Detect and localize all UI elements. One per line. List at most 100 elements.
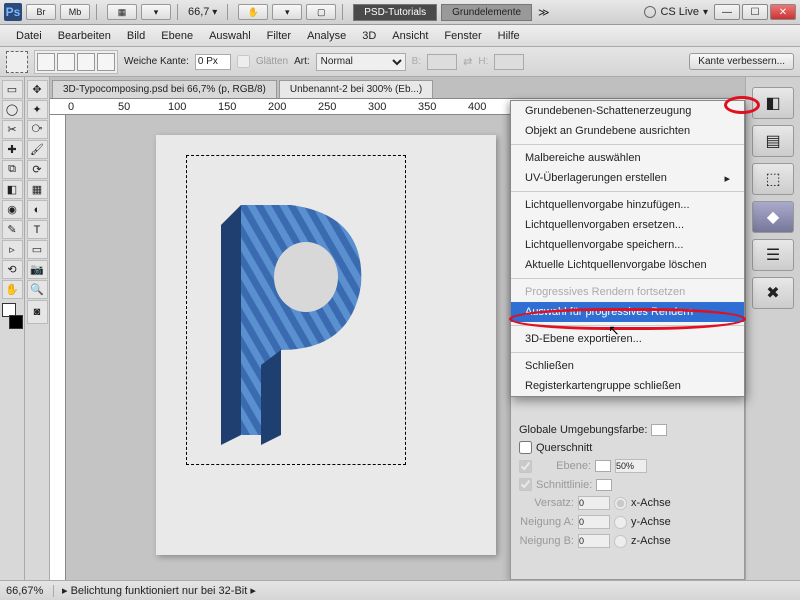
sel-new[interactable]	[37, 53, 55, 71]
more-workspaces[interactable]: ≫	[538, 6, 550, 19]
menu-filter[interactable]: Filter	[259, 27, 299, 45]
cross-section-check[interactable]	[519, 441, 532, 454]
eraser-tool[interactable]: ◧	[2, 180, 23, 199]
3d-rotate-tool[interactable]: ⟲	[2, 260, 23, 279]
menu-ansicht[interactable]: Ansicht	[384, 27, 436, 45]
style-select[interactable]: Normal	[316, 53, 406, 71]
crop-tool[interactable]: ✂	[2, 120, 23, 139]
panel-adjust[interactable]: ⬚	[752, 163, 794, 195]
x-axis-label: x-Achse	[631, 497, 671, 509]
menu-snap-ground[interactable]: Objekt an Grundebene ausrichten	[511, 121, 744, 141]
workspace-tab-2[interactable]: Grundelemente	[441, 4, 532, 21]
tiltA-label: Neigung A:	[519, 516, 574, 528]
shape-tool[interactable]: ▭	[27, 240, 48, 259]
options-bar: Weiche Kante: Glätten Art: Normal B: ⇄ H…	[0, 47, 800, 77]
wand-tool[interactable]: ✦	[27, 100, 48, 119]
link-icon: ⇄	[463, 55, 472, 68]
workspace-tab-1[interactable]: PSD-Tutorials	[353, 4, 437, 21]
docs-button[interactable]: ▾	[272, 4, 302, 20]
active-tool-icon[interactable]	[6, 51, 28, 73]
sel-sub[interactable]	[77, 53, 95, 71]
menu-ground-shadow[interactable]: Grundebenen-Schattenerzeugung	[511, 101, 744, 121]
marquee-tool[interactable]: ▭	[2, 80, 23, 99]
3d-camera-tool[interactable]: 📷	[27, 260, 48, 279]
hand-tool[interactable]: ✋	[2, 280, 23, 299]
sel-int[interactable]	[97, 53, 115, 71]
layout-button[interactable]: ▦	[107, 4, 137, 20]
menu-bild[interactable]: Bild	[119, 27, 153, 45]
eyedropper-tool[interactable]: ⧂	[27, 120, 48, 139]
ruler-vertical	[50, 115, 66, 580]
menu-replace-lights[interactable]: Lichtquellenvorgaben ersetzen...	[511, 215, 744, 235]
menu-export-3d[interactable]: 3D-Ebene exportieren...	[511, 329, 744, 349]
move-tool[interactable]: ✥	[27, 80, 48, 99]
plane-check	[519, 460, 532, 473]
type-tool[interactable]: T	[27, 220, 48, 239]
feather-input[interactable]	[195, 54, 231, 70]
lasso-tool[interactable]: ◯	[2, 100, 23, 119]
menu-hilfe[interactable]: Hilfe	[490, 27, 528, 45]
y-axis-radio	[614, 516, 627, 529]
cslive[interactable]: CS Live ▾	[644, 6, 708, 18]
layout-dd[interactable]: ▾	[141, 4, 171, 20]
minimize-button[interactable]: —	[714, 4, 740, 20]
y-axis-label: y-Achse	[631, 516, 671, 528]
brush-tool[interactable]: 🖌	[27, 140, 48, 159]
menu-select-paint[interactable]: Malbereiche auswählen	[511, 148, 744, 168]
blur-tool[interactable]: ◉	[2, 200, 23, 219]
statusbar: 66,67% ▸ Belichtung funktioniert nur bei…	[0, 580, 800, 600]
panel-tools[interactable]: ✖	[752, 277, 794, 309]
status-message: ▸ Belichtung funktioniert nur bei 32-Bit…	[62, 584, 256, 597]
quickmask-button[interactable]: ◙	[27, 300, 48, 324]
screen-button[interactable]: ▢	[306, 4, 336, 20]
hand-button[interactable]: ✋	[238, 4, 268, 20]
close-button[interactable]: ✕	[770, 4, 796, 20]
status-zoom[interactable]: 66,67%	[6, 585, 54, 597]
menu-close-panel[interactable]: Schließen	[511, 356, 744, 376]
app-icon: Ps	[4, 3, 22, 21]
minibridge-button[interactable]: Mb	[60, 4, 90, 20]
zoom-label[interactable]: 66,7 ▾	[188, 6, 217, 18]
doc-tab-1[interactable]: 3D-Typocomposing.psd bei 66,7% (p, RGB/8…	[52, 80, 277, 98]
menu-save-lights[interactable]: Lichtquellenvorgabe speichern...	[511, 235, 744, 255]
maximize-button[interactable]: ☐	[742, 4, 768, 20]
panel-swatches[interactable]: ▤	[752, 125, 794, 157]
menu-auswahl[interactable]: Auswahl	[201, 27, 259, 45]
feather-label: Weiche Kante:	[124, 56, 189, 67]
panel-layers[interactable]: ☰	[752, 239, 794, 271]
menu-progressive-render-selection[interactable]: Auswahl für progressives Rendern	[511, 302, 744, 322]
global-env-label: Globale Umgebungsfarbe:	[519, 424, 647, 436]
menu-ebene[interactable]: Ebene	[153, 27, 201, 45]
menu-delete-lights[interactable]: Aktuelle Lichtquellenvorgabe löschen	[511, 255, 744, 275]
menu-analyse[interactable]: Analyse	[299, 27, 354, 45]
pen-tool[interactable]: ✎	[2, 220, 23, 239]
panel-dock: ◧ ▤ ⬚ ◆ ☰ ✖	[745, 77, 800, 580]
intersect-check	[519, 478, 532, 491]
dodge-tool[interactable]: ◐	[27, 200, 48, 219]
refine-edge-button[interactable]: Kante verbessern...	[689, 53, 794, 70]
sel-add[interactable]	[57, 53, 75, 71]
color-swatches[interactable]	[2, 303, 23, 329]
zoom-tool[interactable]: 🔍	[27, 280, 48, 299]
doc-tab-2[interactable]: Unbenannt-2 bei 300% (Eb...)	[279, 80, 433, 98]
history-tool[interactable]: ⟳	[27, 160, 48, 179]
path-tool[interactable]: ▹	[2, 240, 23, 259]
selection-mode-group	[34, 50, 118, 74]
stamp-tool[interactable]: ⧉	[2, 160, 23, 179]
menu-fenster[interactable]: Fenster	[436, 27, 489, 45]
plane-color	[595, 460, 611, 472]
document-tabs: 3D-Typocomposing.psd bei 66,7% (p, RGB/8…	[50, 77, 745, 99]
panel-3d[interactable]: ◆	[752, 201, 794, 233]
menu-add-lights[interactable]: Lichtquellenvorgabe hinzufügen...	[511, 195, 744, 215]
menu-close-group[interactable]: Registerkartengruppe schließen	[511, 376, 744, 396]
style-label: Art:	[294, 56, 310, 67]
menu-datei[interactable]: Datei	[8, 27, 50, 45]
menu-3d[interactable]: 3D	[354, 27, 384, 45]
toolbox-col2: ✥ ✦ ⧂ 🖌 ⟳ ▦ ◐ T ▭ 📷 🔍 ◙	[25, 77, 50, 580]
gradient-tool[interactable]: ▦	[27, 180, 48, 199]
env-color-swatch[interactable]	[651, 424, 667, 436]
bridge-button[interactable]: Br	[26, 4, 56, 20]
healing-tool[interactable]: ✚	[2, 140, 23, 159]
3d-letter-p	[211, 185, 381, 445]
menu-bearbeiten[interactable]: Bearbeiten	[50, 27, 119, 45]
